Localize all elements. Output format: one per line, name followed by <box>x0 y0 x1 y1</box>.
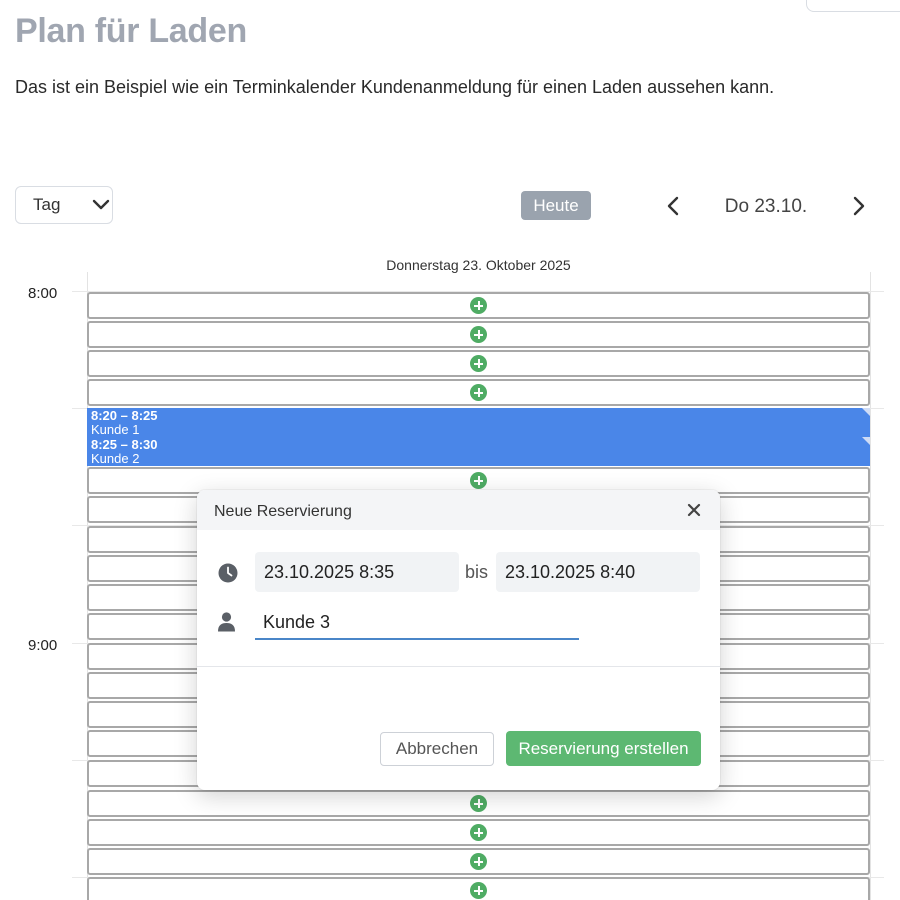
time-slot[interactable] <box>87 819 870 846</box>
plus-circle-icon[interactable] <box>470 297 487 314</box>
cancel-button[interactable]: Abbrechen <box>380 732 494 766</box>
chevron-down-icon <box>92 199 110 210</box>
plus-circle-icon[interactable] <box>470 824 487 841</box>
plus-circle-icon[interactable] <box>470 853 487 870</box>
plus-circle-icon[interactable] <box>470 882 487 899</box>
event-time: 8:20 – 8:25 <box>91 408 158 423</box>
page-title: Plan für Laden <box>15 12 247 50</box>
grid-line <box>870 272 871 900</box>
range-separator: bis <box>465 562 489 582</box>
plus-circle-icon[interactable] <box>470 472 487 489</box>
divider <box>197 666 720 667</box>
time-slot[interactable] <box>87 379 870 406</box>
create-reservation-button[interactable]: Reservierung erstellen <box>506 731 701 766</box>
event-name: Kunde 1 <box>91 422 140 437</box>
event-time: 8:25 – 8:30 <box>91 437 158 452</box>
time-slot[interactable] <box>87 790 870 817</box>
reservation-dialog: Neue Reservierung 23.10.2025 8:35 bis 23… <box>197 490 720 790</box>
time-slot[interactable] <box>87 350 870 377</box>
plus-circle-icon[interactable] <box>470 326 487 343</box>
start-datetime-field[interactable]: 23.10.2025 8:35 <box>255 552 459 592</box>
event-name: Kunde 2 <box>91 451 140 466</box>
end-datetime-field[interactable]: 23.10.2025 8:40 <box>496 552 700 592</box>
clock-icon <box>218 563 238 583</box>
time-slot[interactable] <box>87 877 870 900</box>
resize-handle[interactable] <box>862 437 870 445</box>
user-icon <box>218 612 235 632</box>
customer-name-input[interactable] <box>255 606 579 640</box>
page-description: Das ist ein Beispiel wie ein Terminkalen… <box>15 77 775 97</box>
close-icon[interactable] <box>686 502 702 518</box>
top-right-button[interactable] <box>806 0 900 12</box>
view-select[interactable]: Tag <box>15 186 113 224</box>
dialog-title: Neue Reservierung <box>214 503 352 520</box>
resize-handle[interactable] <box>862 408 870 416</box>
time-label: 9:00 <box>28 637 58 654</box>
chevron-left-icon[interactable] <box>662 194 686 218</box>
plus-circle-icon[interactable] <box>470 384 487 401</box>
time-label: 8:00 <box>28 285 58 302</box>
dialog-header: Neue Reservierung <box>197 490 720 530</box>
today-button[interactable]: Heute <box>521 191 591 220</box>
time-slot[interactable] <box>87 321 870 348</box>
view-select-label: Tag <box>33 195 61 214</box>
current-date: Do 23.10. <box>724 196 808 217</box>
plus-circle-icon[interactable] <box>470 355 487 372</box>
event-block[interactable]: 8:25 – 8:30 Kunde 2 <box>87 437 870 466</box>
chevron-right-icon[interactable] <box>846 194 870 218</box>
event-block[interactable]: 8:20 – 8:25 Kunde 1 <box>87 408 870 437</box>
plus-circle-icon[interactable] <box>470 795 487 812</box>
time-slot[interactable] <box>87 848 870 875</box>
time-slot[interactable] <box>87 292 870 319</box>
day-header: Donnerstag 23. Oktober 2025 <box>386 257 571 273</box>
